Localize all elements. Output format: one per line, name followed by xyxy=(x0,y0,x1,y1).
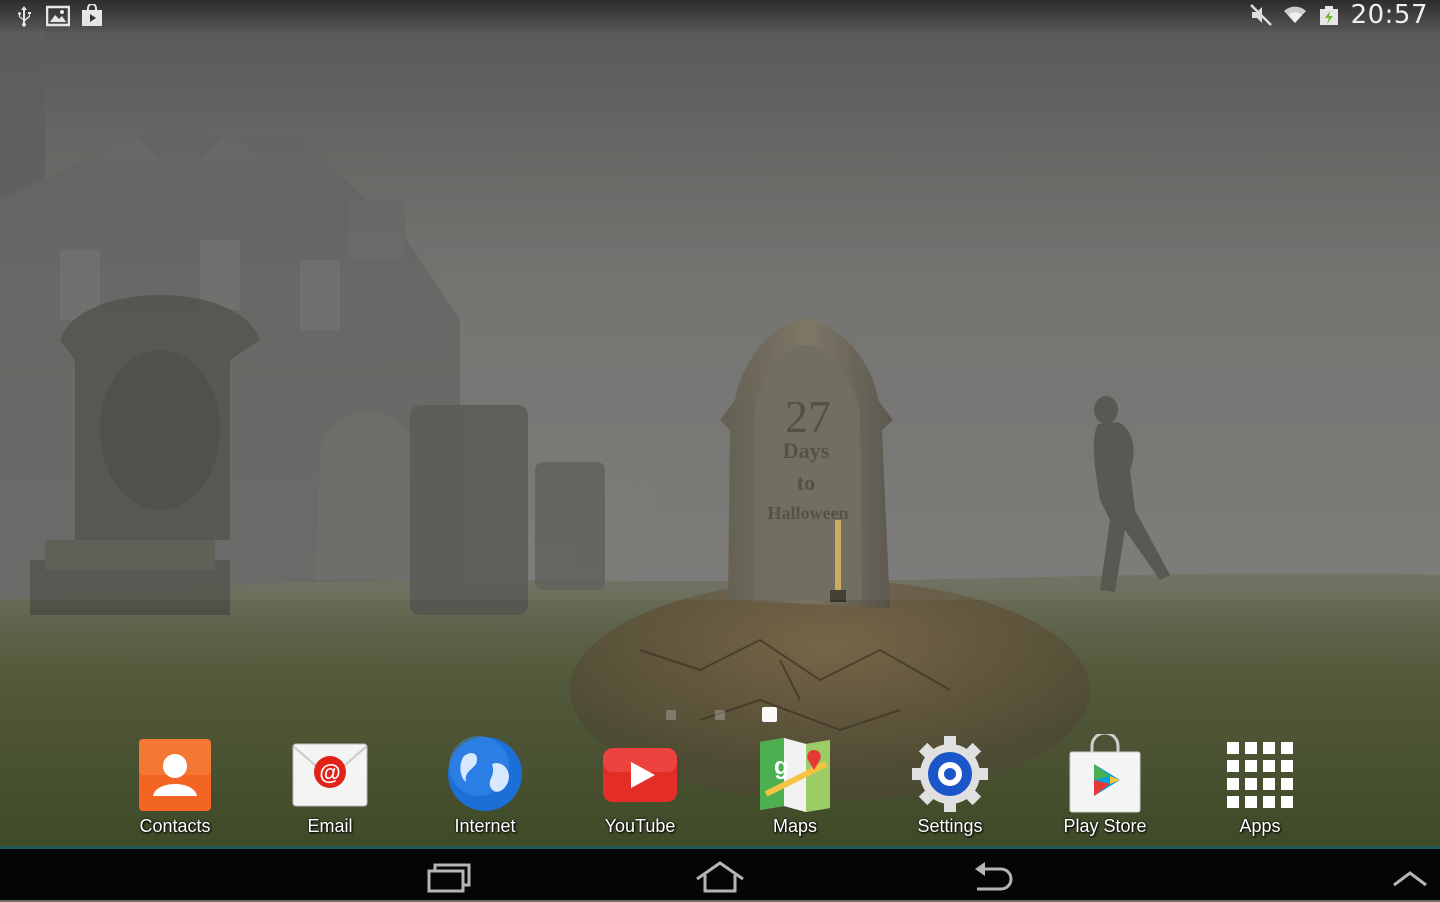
usb-icon xyxy=(18,6,31,27)
email-icon: @ xyxy=(292,743,368,807)
back-button[interactable] xyxy=(957,857,1027,897)
home-page-indicator[interactable] xyxy=(660,706,790,726)
app-label: YouTube xyxy=(604,816,676,836)
navigation-bar xyxy=(0,846,1440,900)
recent-apps-icon xyxy=(427,863,471,893)
status-clock: 20:57 xyxy=(1350,0,1428,30)
internet-globe-icon xyxy=(448,736,522,811)
wifi-icon xyxy=(1283,6,1306,23)
battery-icon xyxy=(1319,6,1338,25)
app-apps-drawer[interactable]: Apps xyxy=(1185,730,1335,842)
youtube-icon xyxy=(603,748,677,802)
maps-icon: g xyxy=(760,738,830,812)
app-youtube[interactable]: YouTube xyxy=(565,730,715,842)
expand-up-icon xyxy=(1393,871,1427,887)
app-dock: Contacts @ Email Internet YouTube g Maps… xyxy=(100,730,1340,842)
page-dot-1[interactable] xyxy=(666,710,676,720)
back-icon xyxy=(975,862,1013,891)
app-label: Apps xyxy=(1239,816,1281,836)
app-settings[interactable]: Settings xyxy=(875,730,1025,842)
home-icon xyxy=(696,861,744,893)
apps-grid-icon xyxy=(1227,742,1293,808)
app-contacts[interactable]: Contacts xyxy=(100,730,250,842)
expand-up-button[interactable] xyxy=(1372,857,1440,897)
contacts-icon xyxy=(139,739,211,811)
mute-icon xyxy=(1249,4,1272,26)
recent-apps-button[interactable] xyxy=(415,857,485,897)
app-label: Settings xyxy=(917,816,983,836)
app-label: Contacts xyxy=(139,816,211,836)
page-dot-3-active[interactable] xyxy=(762,707,777,722)
store-bag-icon xyxy=(82,4,102,26)
page-dot-home-2[interactable] xyxy=(715,710,725,720)
picture-icon xyxy=(46,5,70,27)
svg-text:g: g xyxy=(774,753,789,780)
play-store-icon xyxy=(1069,734,1141,813)
app-maps[interactable]: g Maps xyxy=(720,730,870,842)
app-play-store[interactable]: Play Store xyxy=(1030,730,1180,842)
svg-text:@: @ xyxy=(319,760,340,785)
status-bar[interactable]: 20:57 xyxy=(0,0,1440,34)
app-internet[interactable]: Internet xyxy=(410,730,560,842)
home-button[interactable] xyxy=(685,857,755,897)
app-label: Maps xyxy=(772,816,817,836)
app-email[interactable]: @ Email xyxy=(255,730,405,842)
app-label: Email xyxy=(307,816,353,836)
settings-gear-icon xyxy=(912,736,988,812)
app-label: Play Store xyxy=(1063,816,1147,836)
app-label: Internet xyxy=(454,816,516,836)
